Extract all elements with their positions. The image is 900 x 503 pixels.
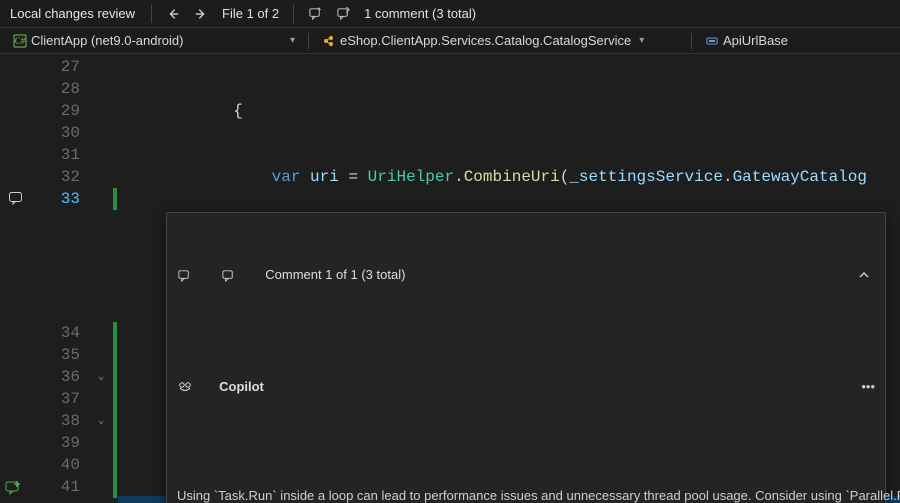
chevron-down-icon: ▾	[290, 35, 295, 46]
arrow-right-icon	[194, 7, 208, 21]
popup-author: Copilot	[219, 376, 264, 398]
line-number: 30	[32, 122, 80, 144]
field-icon	[705, 34, 719, 48]
class-icon	[322, 34, 336, 48]
member-selector[interactable]: ApiUrlBase	[696, 31, 896, 50]
diff-added-marker	[113, 322, 117, 344]
line-number: 27	[32, 56, 80, 78]
type-path: eShop.ClientApp.Services.Catalog.Catalog…	[340, 33, 631, 48]
line-number: 34	[32, 322, 80, 344]
type-selector[interactable]: eShop.ClientApp.Services.Catalog.Catalog…	[313, 31, 687, 50]
popup-author-row: Copilot •••	[177, 335, 875, 439]
review-topbar: Local changes review File 1 of 2 1 comme…	[0, 0, 900, 28]
line-number: 31	[32, 144, 80, 166]
diff-added-marker	[113, 366, 117, 388]
glyph-margin	[0, 54, 32, 503]
fold-toggle[interactable]: ⌄	[90, 410, 112, 432]
next-comment-button[interactable]	[332, 3, 354, 25]
csharp-project-icon: C#	[13, 34, 27, 48]
member-name: ApiUrlBase	[723, 33, 788, 48]
popup-body: Using `Task.Run` inside a loop can lead …	[177, 487, 875, 503]
diff-added-marker	[113, 410, 117, 432]
comment-next-icon	[336, 6, 351, 21]
next-file-button[interactable]	[190, 3, 212, 25]
popup-title: Comment 1 of 1 (3 total)	[265, 264, 405, 286]
code-line: {	[118, 100, 900, 122]
fold-gutter: ⌄ ⌄	[90, 54, 112, 503]
copilot-icon	[177, 335, 213, 439]
comment-prev-icon	[308, 6, 323, 21]
separator	[151, 5, 152, 23]
diff-added-marker	[113, 454, 117, 476]
line-number: 35	[32, 344, 80, 366]
line-number: 40	[32, 454, 80, 476]
comment-prev-icon[interactable]	[177, 224, 213, 327]
popup-header: Comment 1 of 1 (3 total)	[177, 263, 875, 287]
collapse-button[interactable]	[853, 264, 875, 286]
separator	[308, 33, 309, 49]
chevron-up-icon	[858, 269, 870, 281]
diff-added-marker	[113, 344, 117, 366]
line-number: 39	[32, 432, 80, 454]
comment-next-icon[interactable]	[221, 224, 257, 327]
line-number: 29	[32, 100, 80, 122]
separator	[691, 33, 692, 49]
comment-thread-icon[interactable]	[6, 188, 26, 208]
line-number: 33	[32, 188, 80, 210]
svg-text:C#: C#	[15, 36, 26, 46]
add-comment-button[interactable]	[2, 477, 24, 499]
separator	[293, 5, 294, 23]
line-number: 28	[32, 78, 80, 100]
comment-summary: 1 comment (3 total)	[360, 6, 480, 21]
line-number: 37	[32, 388, 80, 410]
topbar-title: Local changes review	[4, 6, 141, 21]
prev-comment-button[interactable]	[304, 3, 326, 25]
line-number: 36	[32, 366, 80, 388]
chevron-down-icon: ▾	[639, 35, 644, 46]
more-button[interactable]: •••	[861, 376, 875, 398]
code-area[interactable]: { var uri = UriHelper.CombineUri(_settin…	[118, 54, 900, 503]
line-number: 32	[32, 166, 80, 188]
prev-file-button[interactable]	[162, 3, 184, 25]
project-selector[interactable]: C# ClientApp (net9.0-android) ▾	[4, 31, 304, 50]
diff-added-marker	[113, 432, 117, 454]
code-editor[interactable]: 27 28 29 30 31 32 33 34 35 36 37 38 39 4…	[0, 54, 900, 503]
line-number: 41	[32, 476, 80, 498]
diff-added-marker	[113, 188, 117, 210]
file-counter: File 1 of 2	[218, 6, 283, 21]
fold-toggle[interactable]: ⌄	[90, 366, 112, 388]
diff-added-marker	[113, 476, 117, 498]
line-number-gutter: 27 28 29 30 31 32 33 34 35 36 37 38 39 4…	[32, 54, 90, 503]
line-number: 38	[32, 410, 80, 432]
project-name: ClientApp (net9.0-android)	[31, 33, 183, 48]
code-line: var uri = UriHelper.CombineUri(_settings…	[118, 166, 900, 188]
diff-added-marker	[113, 388, 117, 410]
breadcrumb-bar: C# ClientApp (net9.0-android) ▾ eShop.Cl…	[0, 28, 900, 54]
comment-popup: Comment 1 of 1 (3 total) Copilot ••• Usi…	[166, 212, 886, 503]
arrow-left-icon	[166, 7, 180, 21]
